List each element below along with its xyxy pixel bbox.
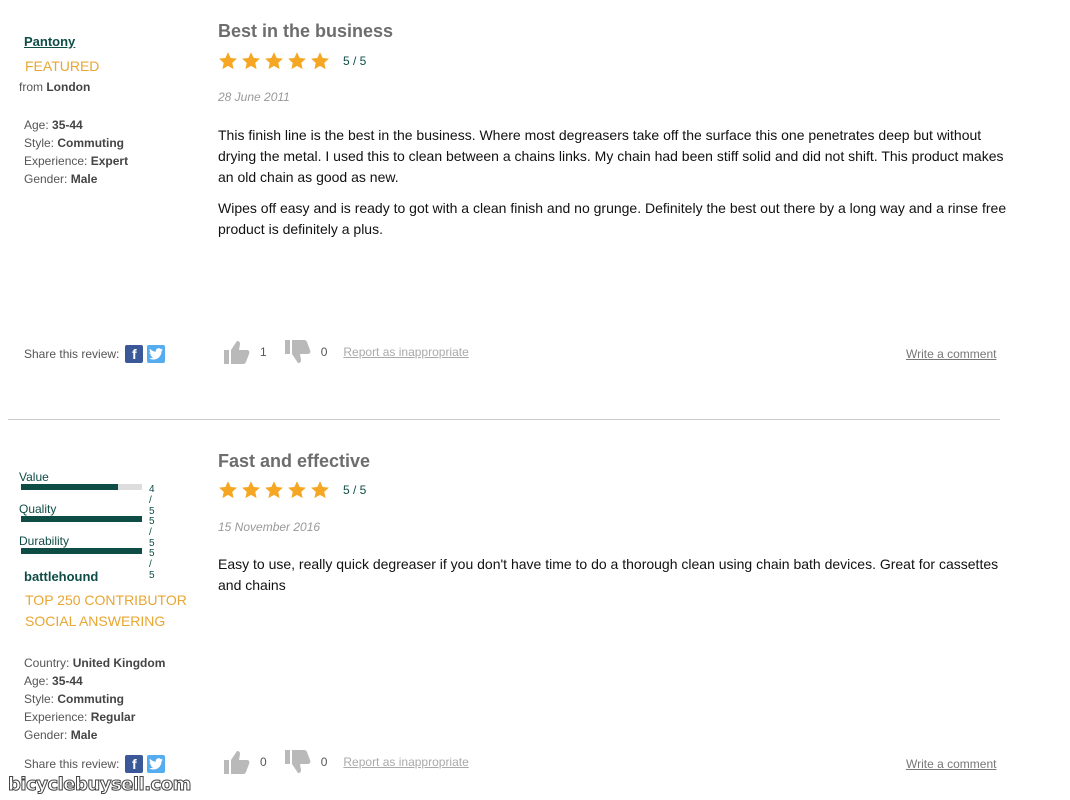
star-icon bbox=[242, 52, 260, 70]
review-title: Fast and effective bbox=[218, 451, 371, 471]
thumbs-up-icon[interactable] bbox=[222, 749, 250, 775]
rating-breakdown: Value 4 / 5 Quality 5 / 5 Durability 5 /… bbox=[19, 470, 155, 581]
facebook-icon[interactable]: f bbox=[125, 345, 144, 363]
write-comment-link[interactable]: Write a comment bbox=[906, 757, 996, 771]
meta-style: Style: Commuting bbox=[24, 692, 125, 706]
star-icon bbox=[265, 52, 283, 70]
report-inappropriate-link[interactable]: Report as inappropriate bbox=[343, 755, 468, 769]
meta-experience: Experience: Expert bbox=[24, 154, 129, 168]
rating-bar-quality: Quality 5 / 5 bbox=[19, 502, 155, 549]
star-icon bbox=[265, 481, 283, 499]
meta-gender: Gender: Male bbox=[24, 172, 98, 186]
star-icon bbox=[311, 52, 329, 70]
meta-style: Style: Commuting bbox=[24, 136, 125, 150]
review-paragraph: Easy to use, really quick degreaser if y… bbox=[218, 556, 999, 593]
reviewer-meta: Age: 35-44 Style: Commuting Experience: … bbox=[24, 116, 128, 188]
vote-controls: 1 0 Report as inappropriate bbox=[222, 339, 469, 365]
review-paragraph: Wipes off easy and is ready to got with … bbox=[218, 200, 1007, 237]
downvote-count: 0 bbox=[320, 755, 328, 769]
reviewer-username[interactable]: Pantony bbox=[24, 34, 75, 49]
share-label: Share this review: bbox=[24, 347, 120, 361]
meta-age: Age: 35-44 bbox=[24, 118, 83, 132]
meta-experience: Experience: Regular bbox=[24, 710, 136, 724]
vote-controls: 0 0 Report as inappropriate bbox=[222, 749, 469, 775]
rating-score: 5 / 5 bbox=[343, 54, 367, 68]
rating-score: 4 / 5 bbox=[149, 484, 155, 517]
star-rating: 5 / 5 bbox=[218, 480, 366, 500]
reviewer-username[interactable]: battlehound bbox=[24, 569, 98, 584]
star-icon bbox=[219, 52, 237, 70]
rating-fill bbox=[21, 484, 118, 490]
star-icon bbox=[219, 481, 237, 499]
review-divider bbox=[8, 419, 1000, 420]
meta-age: Age: 35-44 bbox=[24, 674, 83, 688]
reviewer-location: from London bbox=[19, 80, 91, 94]
downvote-count: 0 bbox=[320, 345, 328, 359]
reviewer-meta: Country: United Kingdom Age: 35-44 Style… bbox=[24, 654, 165, 744]
rating-score: 5 / 5 bbox=[149, 516, 155, 549]
thumbs-up-icon[interactable] bbox=[222, 339, 250, 365]
share-label: Share this review: bbox=[24, 757, 120, 771]
review-body: Easy to use, really quick degreaser if y… bbox=[218, 554, 1008, 606]
twitter-icon[interactable] bbox=[147, 755, 166, 773]
review-body: This finish line is the best in the busi… bbox=[218, 125, 1008, 250]
meta-country: Country: United Kingdom bbox=[24, 656, 166, 670]
rating-bar-durability: Durability 5 / 5 bbox=[19, 534, 155, 581]
star-icon bbox=[288, 52, 306, 70]
twitter-icon[interactable] bbox=[147, 345, 166, 363]
star-icon bbox=[242, 481, 260, 499]
rating-bar-value: Value 4 / 5 bbox=[19, 470, 155, 517]
rating-label: Value bbox=[19, 470, 49, 484]
rating-fill bbox=[21, 548, 142, 554]
star-icon bbox=[311, 481, 329, 499]
write-comment-link[interactable]: Write a comment bbox=[906, 347, 996, 361]
reviewer-badges: TOP 250 CONTRIBUTOR SOCIAL ANSWERING bbox=[25, 590, 187, 632]
contributor-badge: TOP 250 CONTRIBUTOR bbox=[25, 592, 187, 608]
star-rating: 5 / 5 bbox=[218, 51, 366, 71]
meta-gender: Gender: Male bbox=[24, 728, 98, 742]
watermark: bicyclebuysell.com bbox=[8, 774, 192, 796]
review-title: Best in the business bbox=[218, 21, 394, 41]
rating-track bbox=[21, 484, 142, 490]
rating-fill bbox=[21, 516, 142, 522]
rating-score: 5 / 5 bbox=[343, 483, 367, 497]
rating-score: 5 / 5 bbox=[149, 548, 155, 581]
report-inappropriate-link[interactable]: Report as inappropriate bbox=[343, 345, 468, 359]
review-date: 15 November 2016 bbox=[218, 520, 321, 534]
thumbs-down-icon[interactable] bbox=[283, 749, 311, 775]
featured-badge: FEATURED bbox=[25, 58, 100, 74]
review-date: 28 June 2011 bbox=[218, 90, 290, 104]
rating-label: Quality bbox=[19, 502, 57, 516]
share-review: Share this review: f bbox=[24, 755, 166, 773]
rating-track bbox=[21, 516, 142, 522]
upvote-count: 1 bbox=[260, 345, 267, 359]
rating-track bbox=[21, 548, 142, 554]
facebook-icon[interactable]: f bbox=[125, 755, 144, 773]
share-review: Share this review: f bbox=[24, 345, 166, 363]
rating-label: Durability bbox=[19, 534, 70, 548]
thumbs-down-icon[interactable] bbox=[283, 339, 311, 365]
star-icon bbox=[288, 481, 306, 499]
upvote-count: 0 bbox=[260, 755, 267, 769]
review-paragraph: This finish line is the best in the busi… bbox=[218, 127, 1004, 185]
social-answering-badge: SOCIAL ANSWERING bbox=[25, 613, 166, 629]
